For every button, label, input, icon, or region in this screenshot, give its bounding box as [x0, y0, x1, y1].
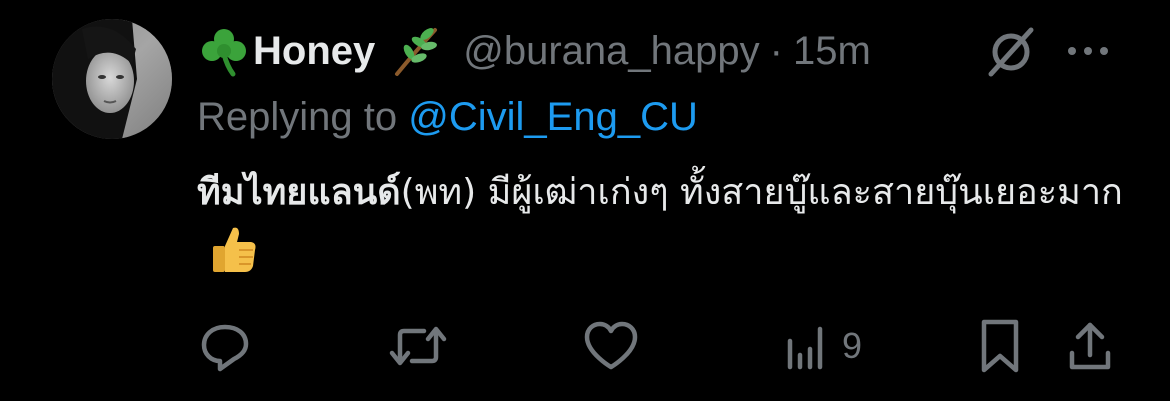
views-icon — [787, 326, 823, 370]
like-button[interactable] — [582, 318, 640, 374]
tweet-text-body: (พท) มีผู้เฒ่าเก่งๆ ทั้งสายบู๊และสายบุ๊น… — [400, 172, 1123, 213]
timestamp[interactable]: 15m — [793, 29, 871, 74]
share-icon — [1069, 322, 1111, 370]
display-name[interactable]: Honey — [253, 29, 375, 74]
herb-emoji — [389, 24, 443, 78]
more-options-icon[interactable] — [1064, 38, 1112, 64]
grok-icon[interactable] — [983, 26, 1039, 78]
retweet-button[interactable] — [388, 318, 448, 374]
views-count: 9 — [842, 325, 863, 366]
reply-button[interactable] — [198, 318, 252, 374]
tweet-text-bold: ทีมไทยแลนด์ — [197, 172, 401, 213]
retweet-icon — [389, 326, 447, 366]
avatar-image — [52, 19, 172, 139]
tweet-text: ทีมไทยแลนด์(พท) มีผู้เฒ่าเก่งๆ ทั้งสายบู… — [197, 164, 1127, 284]
share-button[interactable] — [1066, 318, 1114, 374]
thumbs-up-emoji — [207, 222, 261, 276]
replying-to-label: Replying to — [197, 95, 398, 139]
replying-to-user-link[interactable]: @Civil_Eng_CU — [408, 95, 698, 139]
separator-dot: · — [769, 28, 783, 73]
bookmark-icon — [981, 319, 1019, 373]
reply-icon — [201, 324, 249, 372]
bookmark-button[interactable] — [978, 318, 1022, 374]
like-icon — [584, 321, 638, 370]
avatar[interactable] — [52, 19, 172, 139]
shamrock-emoji — [197, 24, 251, 78]
views-button[interactable]: 9 — [784, 318, 862, 374]
replying-to: Replying to @Civil_Eng_CU — [197, 95, 698, 140]
tweet-header: Honey @burana_happy · 15m — [197, 24, 871, 78]
user-handle[interactable]: @burana_happy — [463, 29, 759, 74]
